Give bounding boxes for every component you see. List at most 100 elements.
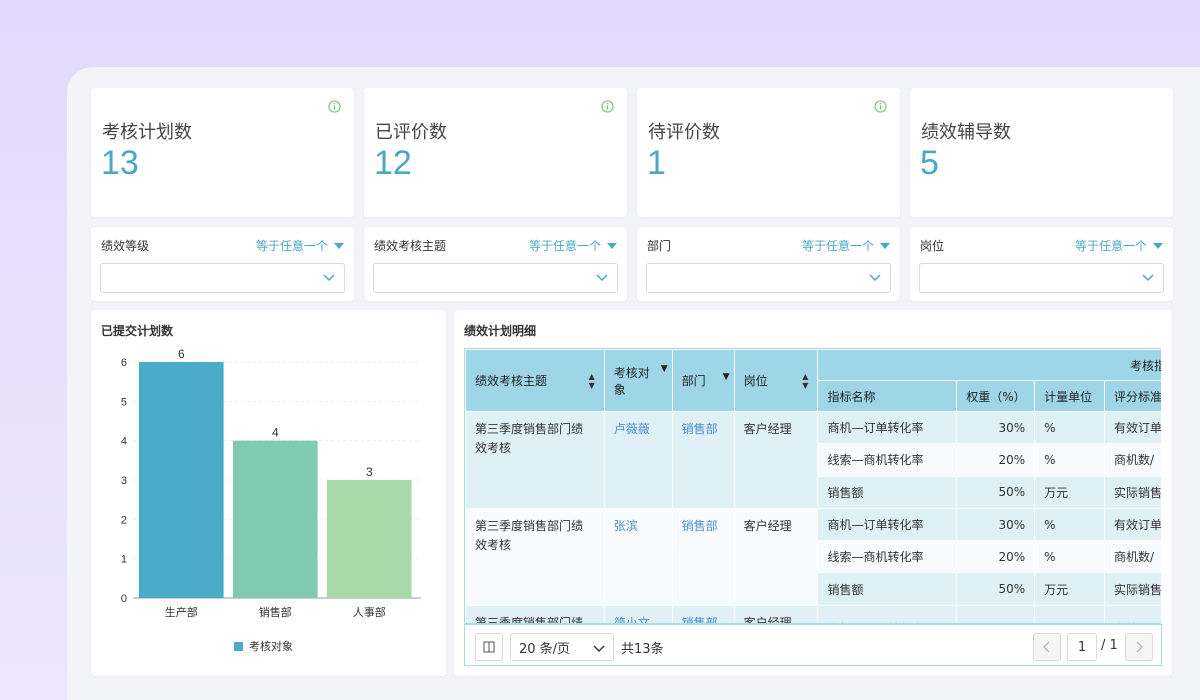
x-tick-label: 销售部 [259, 605, 292, 619]
col-dept[interactable]: ▼ 部门 [671, 349, 735, 412]
filter-label: 绩效考核主题 [374, 239, 447, 253]
cell-theme: 第三季度销售部门绩效考核 [465, 507, 605, 606]
cell-weight: 30% [956, 604, 1036, 623]
cell-weight: 20% [956, 443, 1036, 477]
filter-value-select[interactable] [919, 263, 1164, 293]
cell-standard: 有效订单 [1104, 410, 1161, 445]
prev-page-button[interactable] [1033, 633, 1061, 661]
cell-theme: 第三季度销售部门绩效 [465, 604, 605, 623]
y-tick-label: 4 [121, 436, 127, 448]
cell-metric: 销售额 [817, 572, 958, 606]
caret-down-icon [334, 242, 344, 249]
cell-target-link[interactable]: 简小文 [603, 604, 673, 623]
chevron-down-icon [593, 645, 605, 652]
y-tick-label: 0 [121, 593, 127, 605]
filter-operator-dropdown[interactable]: 等于任意一个 [256, 237, 344, 254]
col-target[interactable]: ▼ 考核对象 [603, 349, 673, 412]
filter-operator-dropdown[interactable]: 等于任意一个 [802, 237, 890, 254]
x-tick-label: 人事部 [353, 605, 386, 619]
cell-dept-link[interactable]: 销售部 [671, 604, 735, 623]
x-tick-label: 生产部 [165, 605, 198, 619]
sort-icon[interactable]: ▲ ▼ [589, 372, 595, 390]
info-icon[interactable] [328, 100, 341, 113]
cell-metric: 线索—商机转化率 [817, 443, 958, 477]
filter-label: 部门 [647, 239, 672, 253]
cell-unit: % [1034, 507, 1106, 542]
cell-dept-link[interactable]: 销售部 [671, 507, 735, 606]
stat-value: 1 [647, 144, 666, 182]
col-standard: 评分标准 [1104, 380, 1161, 412]
caret-down-icon [607, 242, 617, 249]
filter-label: 绩效等级 [101, 239, 150, 253]
table-title: 绩效计划明细 [464, 324, 537, 338]
cell-post: 客户经理 [733, 507, 819, 606]
y-tick-label: 6 [121, 357, 127, 369]
filter-value-select[interactable] [100, 263, 345, 293]
filter-card: 绩效等级 等于任意一个 [91, 227, 354, 301]
filter-card: 岗位 等于任意一个 [910, 227, 1173, 301]
stat-card: 绩效辅导数 5 [910, 88, 1173, 217]
table-row: 第三季度销售部门绩效考核 卢薇薇 销售部 客户经理 商机—订单转化率 30%% 有效订单 [465, 410, 1161, 509]
y-tick-label: 2 [121, 514, 127, 526]
columns-icon [483, 641, 495, 653]
bar-1 [139, 362, 224, 598]
filter-card: 绩效考核主题 等于任意一个 [364, 227, 627, 301]
chevron-down-icon [323, 274, 335, 282]
cell-standard: 实际销售 [1104, 475, 1161, 509]
filter-value-select[interactable] [373, 263, 618, 293]
cell-standard: 有效订单 [1104, 507, 1161, 542]
cell-target-link[interactable]: 张滨 [603, 507, 673, 606]
chevron-left-icon [1043, 641, 1050, 653]
col-unit: 计量单位 [1034, 380, 1106, 412]
stat-card: 考核计划数 13 [91, 88, 354, 217]
cell-dept-link[interactable]: 销售部 [671, 411, 735, 509]
cell-theme: 第三季度销售部门绩效考核 [465, 411, 605, 509]
table-viewport: 绩效考核主题▲▼ ▼考核对象 ▼部门 岗位▲▼ 考核指标 指标名称 权重（%） … [464, 348, 1161, 624]
bar-2 [233, 440, 318, 598]
cell-metric: 线索—商机转化率 [817, 540, 958, 574]
total-pages: / 1 [1101, 638, 1118, 653]
plan-detail-table: 绩效考核主题▲▼ ▼考核对象 ▼部门 岗位▲▼ 考核指标 指标名称 权重（%） … [465, 349, 1161, 623]
filter-value-select[interactable] [646, 263, 891, 293]
col-group-metrics: 考核指标 [817, 349, 1161, 381]
chevron-down-icon [1142, 274, 1154, 282]
next-page-button[interactable] [1125, 633, 1153, 661]
sort-icon[interactable]: ▲ ▼ [802, 372, 808, 390]
chevron-down-icon [869, 274, 881, 282]
col-post[interactable]: 岗位 ▲ ▼ [733, 349, 819, 412]
y-tick-label: 3 [121, 475, 127, 487]
stat-title: 考核计划数 [102, 122, 192, 143]
cell-metric: 销售额 [817, 475, 958, 509]
cell-weight: 30% [956, 410, 1036, 445]
cell-weight: 20% [956, 540, 1036, 574]
info-icon[interactable] [601, 100, 614, 113]
filter-operator-dropdown[interactable]: 等于任意一个 [1075, 237, 1163, 254]
cell-target-link[interactable]: 卢薇薇 [603, 411, 673, 509]
y-tick-label: 5 [121, 396, 127, 408]
cell-unit: 万元 [1034, 572, 1106, 606]
cell-unit: % [1034, 540, 1106, 574]
filter-label: 岗位 [920, 239, 945, 253]
stat-value: 5 [920, 144, 939, 182]
table-row: 第三季度销售部门绩效简小文销售部客户经理商机—订单转化率30%%有效订单 [465, 604, 1161, 623]
info-icon[interactable] [874, 100, 887, 113]
filter-caret-icon[interactable]: ▼ [723, 372, 730, 382]
cell-unit: 万元 [1034, 475, 1106, 509]
col-theme[interactable]: 绩效考核主题 ▲ ▼ [465, 349, 605, 412]
stat-title: 待评价数 [648, 122, 720, 143]
filter-caret-icon[interactable]: ▼ [661, 364, 668, 374]
cell-unit: % [1034, 604, 1106, 623]
page-number-input[interactable]: 1 [1067, 633, 1097, 661]
stat-value: 13 [101, 144, 139, 182]
pagination-bar: 20 条/页 共13条 1 / 1 [464, 624, 1162, 666]
cell-metric: 商机—订单转化率 [817, 507, 958, 542]
cell-post: 客户经理 [733, 604, 819, 623]
column-settings-button[interactable] [475, 633, 503, 661]
cell-metric: 商机—订单转化率 [817, 410, 958, 445]
filter-card: 部门 等于任意一个 [637, 227, 900, 301]
cell-standard: 商机数/ [1104, 443, 1161, 477]
page-size-select[interactable]: 20 条/页 [510, 633, 614, 661]
filter-operator-dropdown[interactable]: 等于任意一个 [529, 237, 617, 254]
cell-unit: % [1034, 410, 1106, 445]
cell-standard: 商机数/ [1104, 540, 1161, 574]
